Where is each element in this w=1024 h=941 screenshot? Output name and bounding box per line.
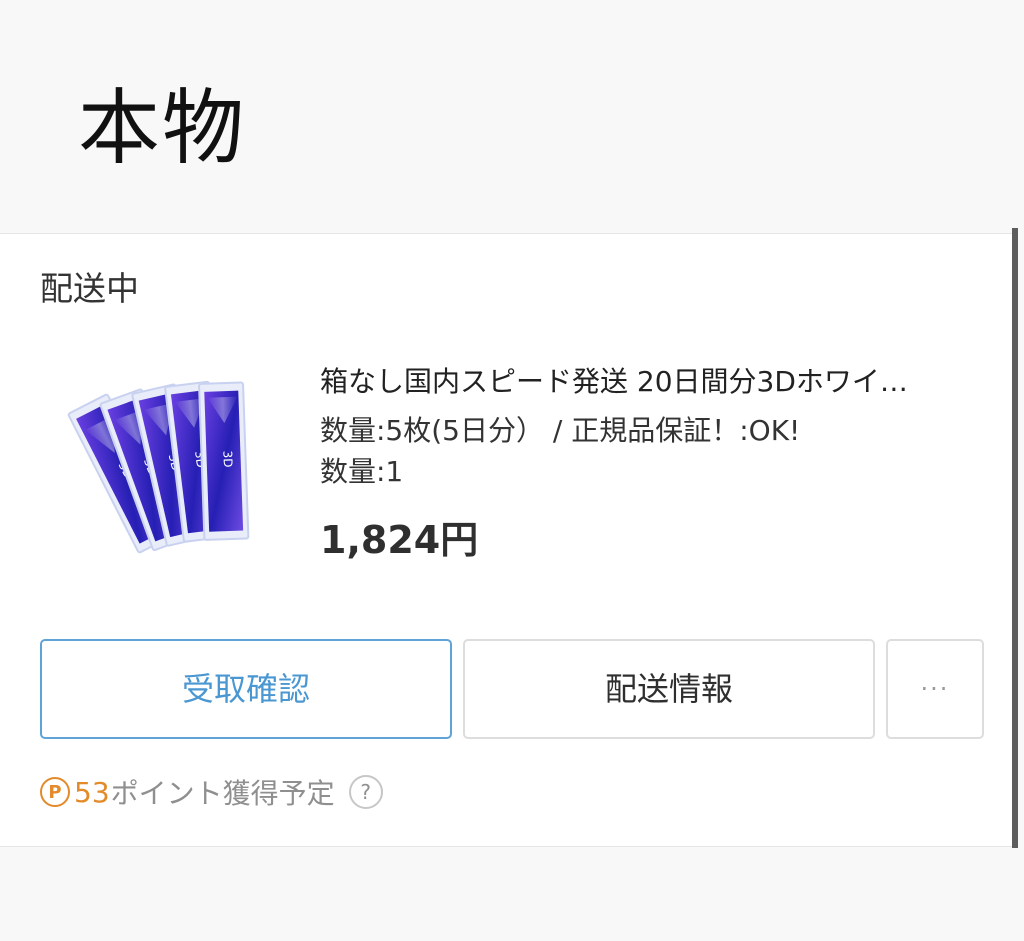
points-row: P 53 ポイント獲得予定 ?	[40, 772, 383, 812]
product-title[interactable]: 箱なし国内スピード発送 20日間分3Dホワイ…	[320, 365, 960, 399]
order-status: 配送中	[40, 269, 139, 308]
points-badge-icon: P	[40, 777, 70, 807]
more-options-button[interactable]: ···	[886, 639, 984, 739]
points-value: 53	[74, 775, 110, 809]
scrollbar[interactable]	[1012, 228, 1018, 848]
points-label: ポイント獲得予定	[110, 777, 335, 810]
shipping-info-button[interactable]: 配送情報	[463, 639, 875, 739]
help-icon[interactable]: ?	[348, 775, 383, 809]
product-image[interactable]: 3D 3D 3D 3D 3D	[54, 374, 268, 564]
svg-text:3D: 3D	[220, 450, 235, 467]
product-variant: 数量:5枚(5日分） / 正規品保証！:OK!	[320, 414, 801, 447]
confirm-receipt-button[interactable]: 受取確認	[40, 639, 452, 739]
page-title: 本物	[78, 81, 247, 176]
order-card: 配送中 3D 3D 箱なし国内スピード発送 20日間分3Dホワイ… 数量:5枚(…	[0, 233, 1012, 847]
product-price: 1,824円	[320, 518, 479, 562]
product-quantity: 数量:1	[320, 455, 404, 488]
